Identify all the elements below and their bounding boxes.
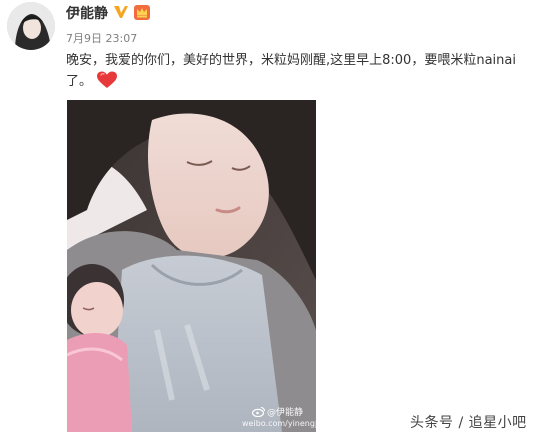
- author-name[interactable]: 伊能静: [66, 3, 108, 23]
- photo-illustration: [67, 100, 316, 432]
- vip-crown-icon[interactable]: [133, 3, 151, 21]
- post-text-line-2: 了。: [66, 71, 544, 92]
- photo-watermark-handle: @伊能静: [267, 408, 304, 418]
- author-avatar[interactable]: [7, 2, 55, 50]
- verified-badge-icon: [114, 6, 128, 18]
- post-photo[interactable]: [67, 100, 316, 432]
- heart-emoji-icon: [97, 71, 118, 88]
- post-text-line-2-text: 了。: [66, 74, 93, 89]
- post-text: 晚安，我爱的你们，美好的世界，米粒妈刚醒,这里早上8:00，要喂米粒nainai…: [66, 50, 544, 92]
- weibo-logo-icon: [252, 406, 266, 417]
- source-watermark: 头条号 / 追星小吧: [410, 415, 527, 431]
- photo-watermark-url: weibo.com/yinengjing: [242, 419, 330, 428]
- post-timestamp[interactable]: 7月9日 23:07: [66, 30, 137, 46]
- post-text-line-1: 晚安，我爱的你们，美好的世界，米粒妈刚醒,这里早上8:00，要喂米粒nainai: [66, 53, 516, 68]
